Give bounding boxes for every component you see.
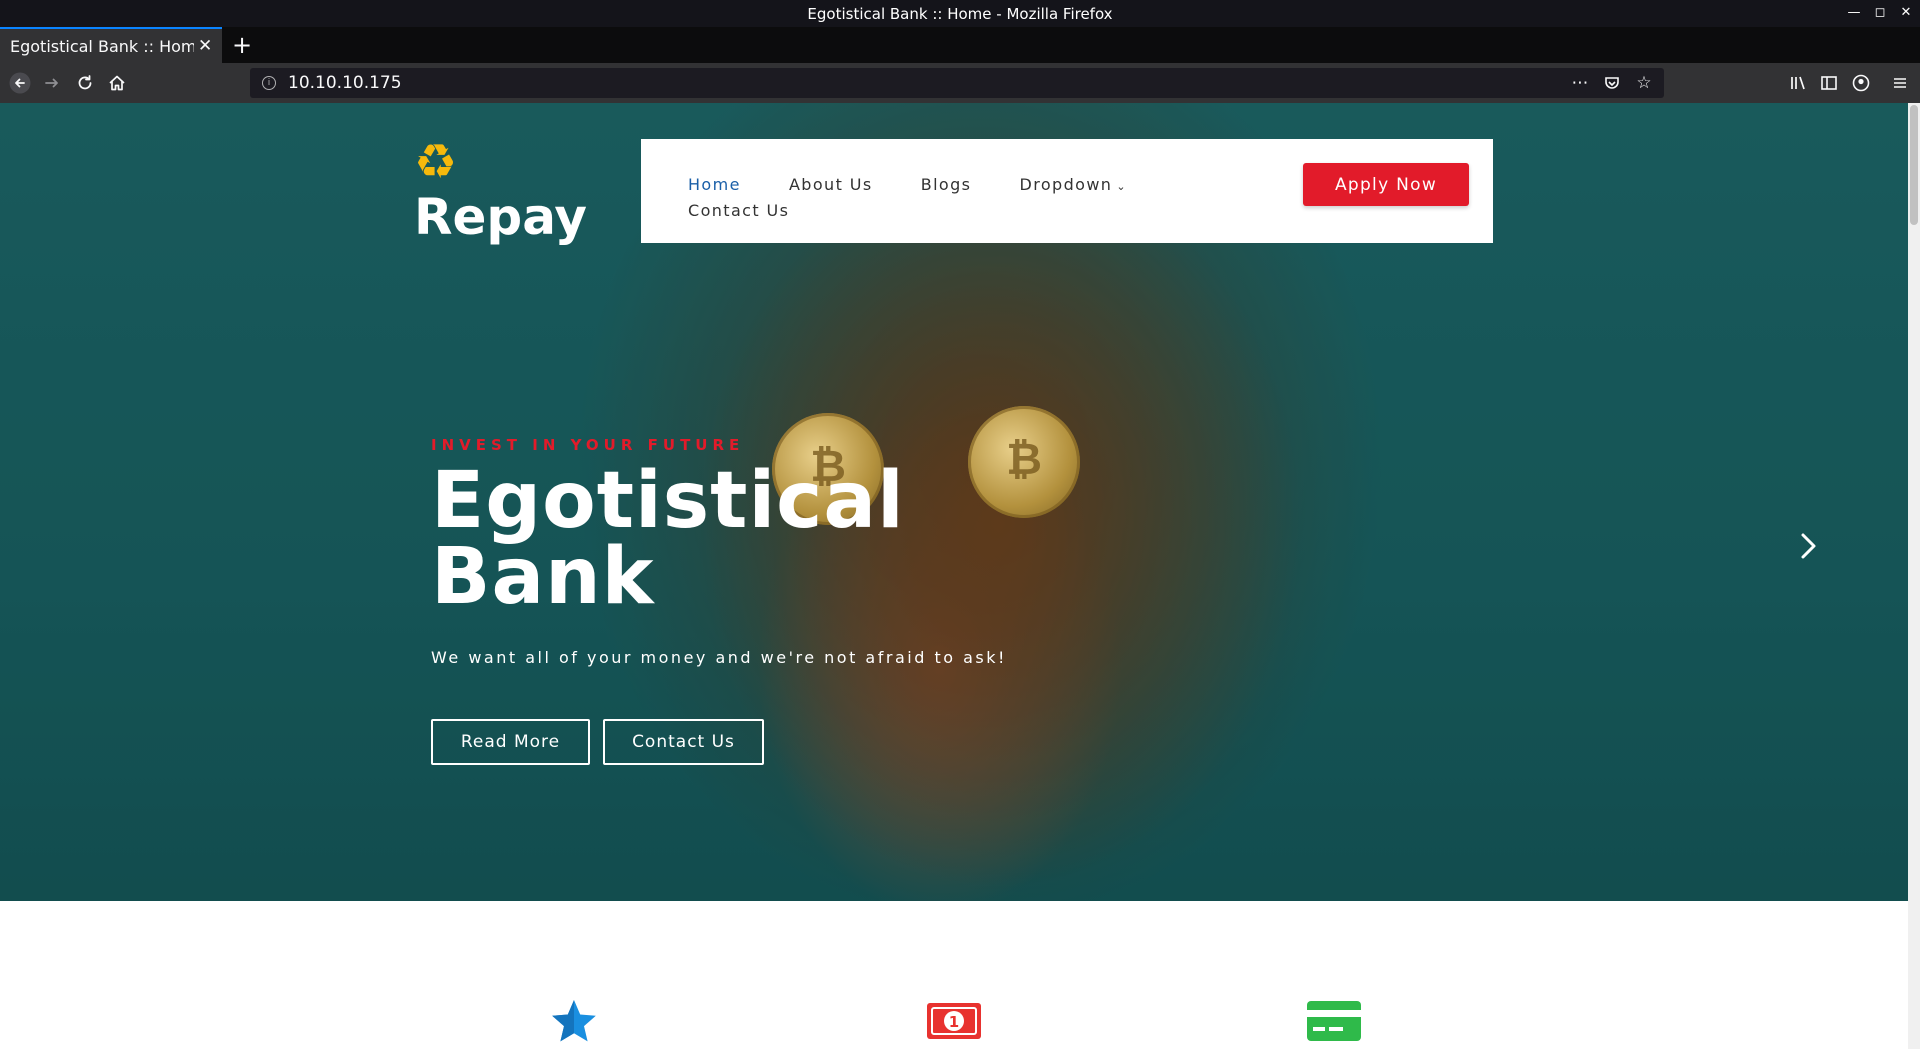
pocket-icon[interactable] [1602,72,1622,94]
slider-next-arrow-icon[interactable] [1796,528,1820,564]
close-window-icon[interactable]: ✕ [1898,3,1914,23]
hero-title: Egotistical Bank [431,456,991,622]
minimize-icon[interactable]: — [1846,3,1862,23]
window-controls: — ◻ ✕ [1846,3,1914,23]
hero-banner: ₿ ₿ ♻ Repay Home About Us Blogs Dropdown… [0,103,1908,901]
credit-card-icon [1306,997,1362,1045]
account-icon[interactable] [1849,71,1873,95]
back-arrow-icon [9,72,31,94]
tab-strip: Egotistical Bank :: Home ✕ + [0,27,1920,63]
logo-text: Repay [414,188,587,246]
forward-arrow-icon [45,78,58,88]
url-text[interactable]: 10.10.10.175 [288,73,402,93]
read-more-button[interactable]: Read More [431,719,590,765]
reload-button[interactable] [73,71,97,95]
library-icon[interactable] [1786,71,1810,95]
page-actions-icon[interactable]: ⋯ [1570,72,1590,94]
nav-item-about[interactable]: About Us [789,173,873,197]
nav-item-dropdown[interactable]: Dropdown ⌄ [1019,173,1127,199]
site-logo[interactable]: ♻ Repay [414,138,587,246]
url-actions: ⋯ ☆ [1570,72,1654,94]
window-title: Egotistical Bank :: Home - Mozilla Firef… [807,4,1113,23]
tab-active[interactable]: Egotistical Bank :: Home ✕ [0,27,222,63]
banknote-icon: 1 [926,997,982,1045]
forward-button[interactable] [40,71,64,95]
nav-toolbar: i 10.10.10.175 ⋯ ☆ [0,63,1920,103]
apply-now-button[interactable]: Apply Now [1303,163,1469,206]
home-icon [109,75,125,91]
url-bar[interactable]: i 10.10.10.175 ⋯ ☆ [250,68,1664,98]
nav-item-home[interactable]: Home [688,173,741,197]
hero-subtitle: We want all of your money and we're not … [431,648,1007,667]
hero-title-line: Egotistical [431,456,905,546]
nav-menu: Home About Us Blogs Dropdown ⌄ Contact Us [688,173,1208,223]
back-button[interactable] [8,71,32,95]
nav-dropdown-label: Dropdown [1019,175,1113,194]
site-info-icon[interactable]: i [262,76,276,90]
tab-title: Egotistical Bank :: Home [10,36,194,56]
main-navigation: Home About Us Blogs Dropdown ⌄ Contact Us… [641,139,1493,243]
nav-item-blogs[interactable]: Blogs [921,173,972,197]
window-titlebar: Egotistical Bank :: Home - Mozilla Firef… [0,0,1920,27]
page-scrollbar[interactable] [1908,103,1920,1049]
sidebar-icon[interactable] [1817,71,1841,95]
hamburger-menu-icon[interactable] [1888,71,1912,95]
svg-text:1: 1 [949,1013,959,1031]
maximize-icon[interactable]: ◻ [1872,3,1888,23]
new-tab-icon[interactable]: + [232,31,252,59]
recycle-icon: ♻ [414,134,458,190]
bookmark-star-icon[interactable]: ☆ [1634,72,1654,94]
star-icon [546,997,602,1045]
features-section: 1 [0,901,1908,1049]
reload-icon [78,75,92,90]
hero-title-line: Bank [431,532,655,622]
chevron-down-icon: ⌄ [1116,180,1127,193]
nav-item-contact[interactable]: Contact Us [688,199,789,223]
scrollbar-thumb[interactable] [1910,105,1918,225]
home-button[interactable] [105,71,129,95]
contact-us-button[interactable]: Contact Us [603,719,764,765]
hero-kicker: INVEST IN YOUR FUTURE [431,436,745,454]
close-tab-icon[interactable]: ✕ [198,36,212,56]
page-viewport: ₿ ₿ ♻ Repay Home About Us Blogs Dropdown… [0,103,1908,1049]
